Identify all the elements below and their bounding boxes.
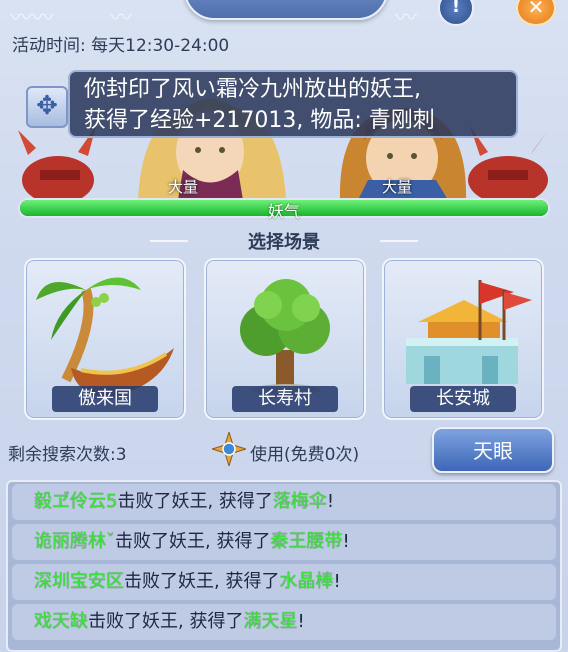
log-text: 击败了妖王, 获得了 (88, 611, 244, 632)
log-text: 击败了妖王, 获得了 (124, 571, 280, 592)
use-free-count: 使用(免费0次) (250, 445, 360, 465)
log-player: 深圳宝安区 (34, 571, 124, 592)
log-end: ! (326, 491, 335, 512)
divider-right (380, 240, 418, 242)
log-text: 击败了妖王, 获得了 (117, 491, 273, 512)
log-player: 戏天缺 (34, 611, 88, 632)
title-tab (184, 0, 388, 20)
section-title: 选择场景 (248, 232, 320, 253)
scene-label-changshou: 长寿村 (232, 386, 338, 412)
scene-card-changan[interactable]: 长安城 (382, 258, 544, 420)
log-end: ! (297, 611, 305, 632)
log-item: 水晶棒 (279, 571, 334, 592)
log-text: 击败了妖王, 获得了 (115, 531, 271, 552)
scene-label-changan: 长安城 (410, 386, 516, 412)
cloud-decoration-right: 〰 (395, 6, 418, 31)
reward-message-line1: 你封印了风い霜冷九州放出的妖王, (84, 77, 421, 102)
amount-label-right: 大量 (382, 178, 413, 196)
scene-card-aolai[interactable]: 傲来国 (24, 258, 186, 420)
log-player: 诡丽腾林ˇ (34, 531, 115, 552)
reward-message: 你封印了风い霜冷九州放出的妖王, 获得了经验+217013, 物品: 青刚刺 (68, 70, 518, 138)
cloud-decoration-mid: 〰 (110, 6, 133, 31)
activity-time: 活动时间: 每天12:30-24:00 (12, 36, 230, 56)
amount-label-left: 大量 (168, 178, 199, 196)
yaowang-panel: 〰〰 〰 〰 ! ✕ 活动时间: 每天12:30-24:00 ✥ 你封印了风い霜… (0, 0, 568, 652)
log-player: 毅ヹ伶云5 (34, 491, 118, 512)
reward-log: 毅ヹ伶云5击败了妖王, 获得了落梅伞! 诡丽腾林ˇ击败了妖王, 获得了秦王腰带!… (6, 480, 562, 652)
move-arrows-icon[interactable]: ✥ (26, 86, 68, 128)
compass-star-icon[interactable] (212, 432, 246, 466)
yaoqi-label: 妖气 (267, 202, 300, 221)
log-end: ! (333, 571, 341, 592)
info-button[interactable]: ! (438, 0, 474, 26)
scene-label-aolai: 傲来国 (52, 386, 158, 412)
reward-message-line2: 获得了经验+217013, 物品: 青刚刺 (84, 108, 435, 133)
log-row: 诡丽腾林ˇ击败了妖王, 获得了秦王腰带! (12, 524, 556, 560)
log-item: 秦王腰带 (270, 531, 343, 552)
cloud-decoration-left: 〰〰 (10, 6, 55, 31)
close-button[interactable]: ✕ (516, 0, 556, 26)
log-row: 深圳宝安区击败了妖王, 获得了水晶棒! (12, 564, 556, 600)
log-end: ! (342, 531, 350, 552)
yaoqi-bar: 妖气 (18, 198, 550, 221)
log-row: 戏天缺击败了妖王, 获得了满天星! (12, 604, 556, 640)
scene-card-changshou[interactable]: 长寿村 (204, 258, 366, 420)
remaining-search-count: 剩余搜索次数:3 (8, 445, 127, 465)
log-row: 毅ヹ伶云5击败了妖王, 获得了落梅伞! (12, 484, 556, 520)
log-item: 落梅伞 (272, 491, 327, 512)
tianyan-button[interactable]: 天眼 (432, 427, 554, 473)
log-item: 满天星 (243, 611, 298, 632)
